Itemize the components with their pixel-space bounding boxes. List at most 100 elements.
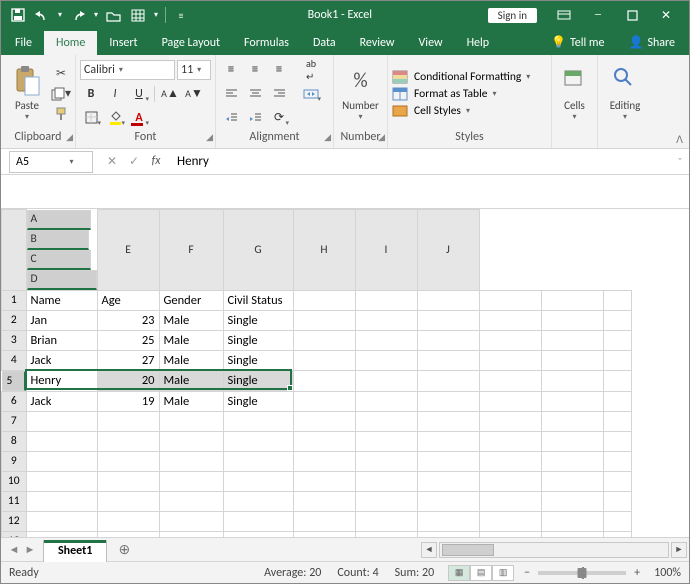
cell-E13[interactable]: [293, 531, 355, 537]
cell-I2[interactable]: [541, 310, 603, 330]
col-header-B[interactable]: B: [27, 230, 89, 250]
tab-file[interactable]: File: [3, 31, 44, 55]
cell-J5[interactable]: [603, 370, 631, 391]
cell-G13[interactable]: [417, 531, 479, 537]
cell-A8[interactable]: [26, 431, 97, 451]
cell-I5[interactable]: [541, 370, 603, 391]
col-header-C[interactable]: C: [27, 250, 91, 270]
cell-F5[interactable]: [355, 370, 417, 391]
cell-D1[interactable]: Civil Status: [223, 290, 293, 310]
expand-formula-bar-icon[interactable]: ˇ: [671, 155, 689, 168]
cell-I11[interactable]: [541, 491, 603, 511]
increase-font-button[interactable]: A▲: [159, 84, 181, 104]
qat-customize-icon[interactable]: ≡: [170, 4, 192, 26]
cell-D7[interactable]: [223, 411, 293, 431]
align-middle-button[interactable]: ≡: [244, 60, 266, 80]
cell-C6[interactable]: Male: [159, 391, 223, 411]
format-painter-button[interactable]: [51, 105, 71, 123]
tab-data[interactable]: Data: [301, 31, 348, 55]
paste-dropdown-icon[interactable]: ▾: [25, 112, 29, 122]
cell-D11[interactable]: [223, 491, 293, 511]
cell-J1[interactable]: [603, 290, 631, 310]
cell-E5[interactable]: [293, 370, 355, 391]
cell-G1[interactable]: [417, 290, 479, 310]
cell-F9[interactable]: [355, 451, 417, 471]
cell-A9[interactable]: [26, 451, 97, 471]
col-header-A[interactable]: A: [27, 210, 91, 230]
font-size-select[interactable]: 11▾: [177, 60, 211, 80]
align-top-button[interactable]: ≡: [220, 60, 242, 80]
cell-E12[interactable]: [293, 511, 355, 531]
cell-D4[interactable]: Single: [223, 350, 293, 370]
cell-F12[interactable]: [355, 511, 417, 531]
collapse-ribbon-icon[interactable]: ᐱ: [676, 133, 683, 146]
cell-B7[interactable]: [97, 411, 159, 431]
orientation-button[interactable]: ⟳▾: [268, 108, 290, 128]
cell-J4[interactable]: [603, 350, 631, 370]
col-header-F[interactable]: F: [159, 210, 223, 291]
qat-dropdown-icon[interactable]: ▾: [151, 4, 161, 26]
fx-icon[interactable]: fx: [145, 154, 167, 169]
cell-B2[interactable]: 23: [97, 310, 159, 330]
cell-G6[interactable]: [417, 391, 479, 411]
scroll-thumb[interactable]: [442, 544, 494, 556]
copy-button[interactable]: ▾: [51, 85, 71, 103]
tab-help[interactable]: Help: [455, 31, 502, 55]
row-header-2[interactable]: 2: [2, 310, 27, 330]
new-sheet-button[interactable]: ⊕: [113, 541, 135, 558]
bold-button[interactable]: B: [80, 84, 102, 104]
cell-F10[interactable]: [355, 471, 417, 491]
cell-C4[interactable]: Male: [159, 350, 223, 370]
select-all-corner[interactable]: [2, 210, 27, 291]
editing-button[interactable]: Editing ▾: [602, 65, 648, 122]
ribbon-display-icon[interactable]: [547, 4, 581, 26]
cell-A5[interactable]: Henry: [26, 370, 97, 391]
cell-F2[interactable]: [355, 310, 417, 330]
tellme-button[interactable]: 💡Tell me: [539, 31, 616, 55]
cell-G3[interactable]: [417, 330, 479, 350]
row-header-3[interactable]: 3: [2, 330, 27, 350]
cell-D8[interactable]: [223, 431, 293, 451]
cell-B8[interactable]: [97, 431, 159, 451]
cell-A7[interactable]: [26, 411, 97, 431]
fill-color-button[interactable]: ▾: [104, 108, 126, 128]
cell-H7[interactable]: [479, 411, 541, 431]
cell-C10[interactable]: [159, 471, 223, 491]
align-left-button[interactable]: [220, 84, 242, 104]
cell-A11[interactable]: [26, 491, 97, 511]
cancel-formula-button[interactable]: ✕: [101, 154, 123, 169]
cell-D13[interactable]: [223, 531, 293, 537]
cell-I10[interactable]: [541, 471, 603, 491]
row-header-7[interactable]: 7: [2, 411, 27, 431]
cell-H11[interactable]: [479, 491, 541, 511]
cell-D10[interactable]: [223, 471, 293, 491]
scroll-right-icon[interactable]: ►: [671, 542, 687, 558]
cell-E8[interactable]: [293, 431, 355, 451]
cell-G10[interactable]: [417, 471, 479, 491]
sheet-nav-prev-icon[interactable]: ◄: [7, 543, 21, 556]
cut-button[interactable]: ✂: [51, 65, 71, 83]
cell-B6[interactable]: 19: [97, 391, 159, 411]
cell-J11[interactable]: [603, 491, 631, 511]
cell-H13[interactable]: [479, 531, 541, 537]
share-button[interactable]: 👤Share: [616, 31, 687, 55]
cell-G4[interactable]: [417, 350, 479, 370]
align-center-button[interactable]: [244, 84, 266, 104]
row-header-1[interactable]: 1: [2, 290, 27, 310]
cell-B10[interactable]: [97, 471, 159, 491]
borders-button[interactable]: ▾: [80, 108, 102, 128]
cell-H1[interactable]: [479, 290, 541, 310]
tab-home[interactable]: Home: [44, 31, 97, 55]
zoom-thumb[interactable]: [578, 568, 587, 578]
maximize-icon[interactable]: [615, 4, 649, 26]
underline-button[interactable]: U▾: [128, 84, 150, 104]
cell-I12[interactable]: [541, 511, 603, 531]
row-header-12[interactable]: 12: [2, 511, 27, 531]
cell-J8[interactable]: [603, 431, 631, 451]
wrap-text-button[interactable]: ab↵: [300, 60, 322, 80]
cell-J10[interactable]: [603, 471, 631, 491]
enter-formula-button[interactable]: ✓: [123, 154, 145, 169]
cell-C11[interactable]: [159, 491, 223, 511]
cell-D2[interactable]: Single: [223, 310, 293, 330]
cell-F8[interactable]: [355, 431, 417, 451]
